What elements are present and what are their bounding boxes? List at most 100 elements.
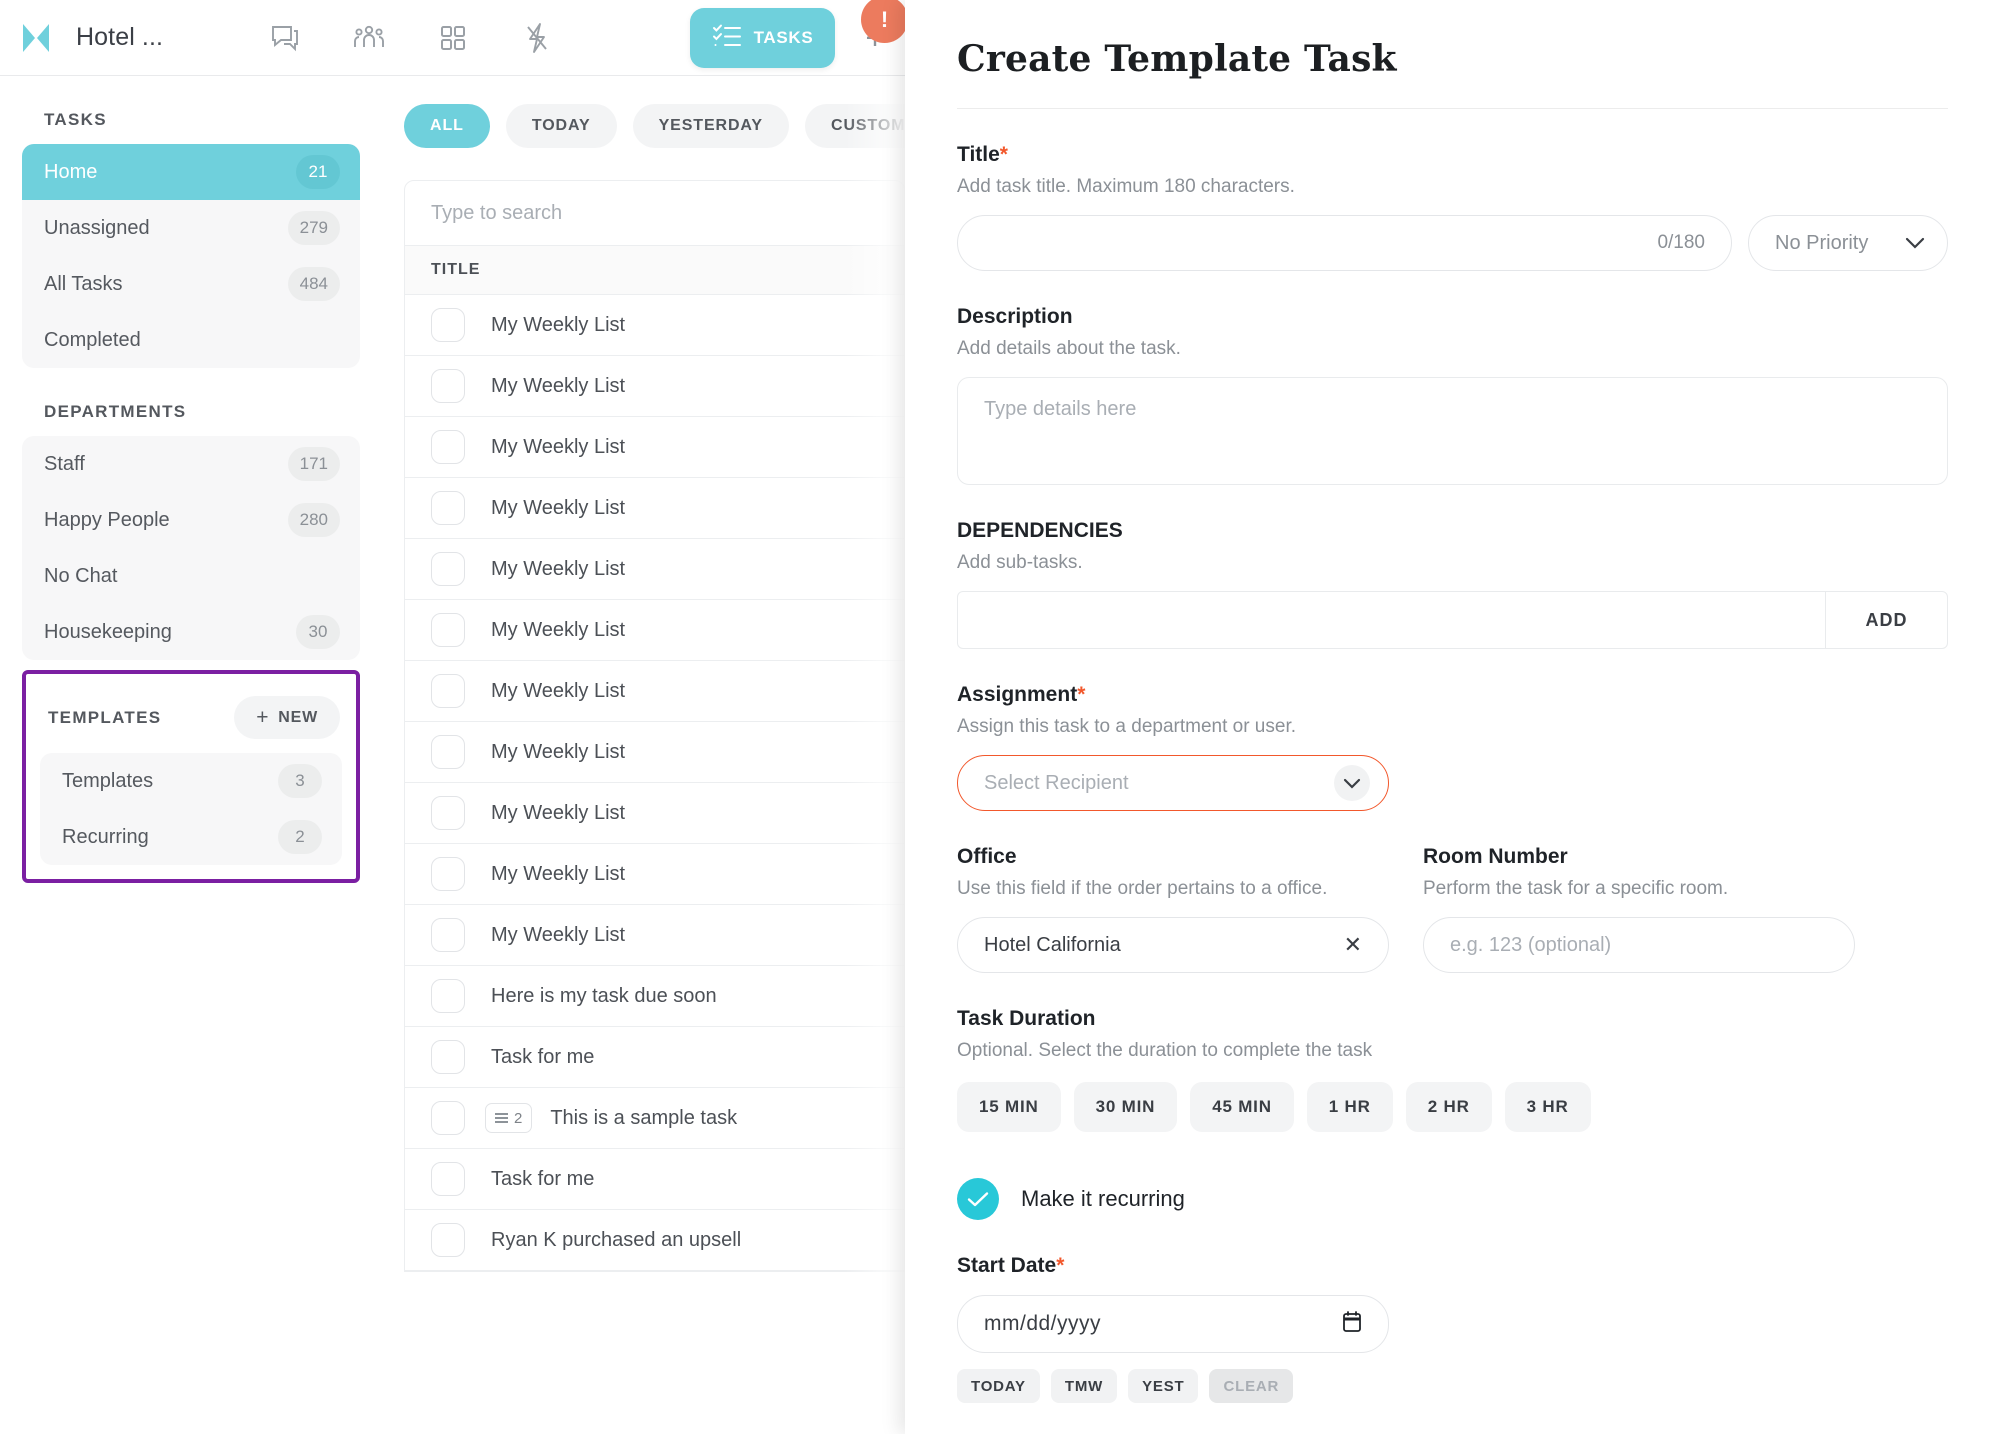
recurring-toggle-row[interactable]: Make it recurring xyxy=(957,1178,1948,1220)
description-textarea[interactable]: Type details here xyxy=(957,377,1948,485)
recipient-select[interactable]: Select Recipient xyxy=(957,755,1389,811)
task-checkbox[interactable] xyxy=(431,918,465,952)
date-quick-today[interactable]: TODAY xyxy=(957,1369,1040,1403)
sidebar-item-label: Completed xyxy=(44,328,141,351)
duration-option-3hr[interactable]: 3 HR xyxy=(1504,1082,1591,1132)
sidebar: TASKS Home 21 Unassigned 279 All Tasks 4… xyxy=(0,76,382,1434)
sidebar-item-recurring[interactable]: Recurring 2 xyxy=(40,809,342,865)
task-checkbox[interactable] xyxy=(431,979,465,1013)
duration-option-1hr[interactable]: 1 HR xyxy=(1306,1082,1393,1132)
duration-hint: Optional. Select the duration to complet… xyxy=(957,1040,1373,1061)
sidebar-item-home[interactable]: Home 21 xyxy=(22,144,360,200)
sidebar-item-label: Happy People xyxy=(44,508,170,531)
table-row[interactable]: 2 This is a sample task xyxy=(405,1088,904,1149)
table-row[interactable]: My Weekly List xyxy=(405,478,904,539)
room-input[interactable]: e.g. 123 (optional) xyxy=(1423,917,1855,973)
duration-option-45min[interactable]: 45 MIN xyxy=(1190,1082,1294,1132)
bowtie-logo-icon[interactable] xyxy=(18,20,54,56)
table-row[interactable]: My Weekly List xyxy=(405,661,904,722)
task-checkbox[interactable] xyxy=(431,491,465,525)
sidebar-item-templates[interactable]: Templates 3 xyxy=(40,753,342,809)
sidebar-heading-departments: DEPARTMENTS xyxy=(44,402,187,421)
office-input[interactable]: Hotel California ✕ xyxy=(957,917,1389,973)
task-title: My Weekly List xyxy=(491,557,626,580)
grid-icon[interactable] xyxy=(411,10,495,66)
sidebar-item-happy-people[interactable]: Happy People 280 xyxy=(22,492,360,548)
calendar-icon[interactable] xyxy=(1342,1310,1362,1339)
duration-option-2hr[interactable]: 2 HR xyxy=(1405,1082,1492,1132)
table-row[interactable]: My Weekly List xyxy=(405,295,904,356)
recurring-label: Make it recurring xyxy=(1021,1186,1185,1211)
task-checkbox[interactable] xyxy=(431,674,465,708)
priority-select[interactable]: No Priority xyxy=(1748,215,1948,271)
lightning-icon[interactable] xyxy=(495,10,579,66)
chevron-down-icon xyxy=(1905,232,1925,255)
tab-tasks-label: TASKS xyxy=(753,28,814,47)
date-quick-yesterday[interactable]: YEST xyxy=(1128,1369,1199,1403)
duration-option-15min[interactable]: 15 MIN xyxy=(957,1082,1061,1132)
sidebar-item-no-chat[interactable]: No Chat xyxy=(22,548,360,604)
table-row[interactable]: Ryan K purchased an upsell xyxy=(405,1210,904,1271)
task-checkbox[interactable] xyxy=(431,1162,465,1196)
repeat-createat-row: Repeat Every Select option Create At* xyxy=(957,1403,1948,1434)
task-checkbox[interactable] xyxy=(431,857,465,891)
sidebar-group-templates: Templates 3 Recurring 2 xyxy=(40,753,342,865)
filter-all[interactable]: ALL xyxy=(404,104,490,148)
table-row[interactable]: Task for me xyxy=(405,1149,904,1210)
task-checkbox[interactable] xyxy=(431,308,465,342)
search-input[interactable]: Type to search xyxy=(405,181,904,245)
title-row: 0/180 No Priority xyxy=(957,198,1948,271)
sidebar-item-all-tasks[interactable]: All Tasks 484 xyxy=(22,256,360,312)
table-row[interactable]: My Weekly List xyxy=(405,844,904,905)
sidebar-item-label: Recurring xyxy=(62,825,149,848)
sidebar-item-housekeeping[interactable]: Housekeeping 30 xyxy=(22,604,360,660)
task-checkbox[interactable] xyxy=(431,1040,465,1074)
task-title: My Weekly List xyxy=(491,496,626,519)
task-checkbox[interactable] xyxy=(431,1223,465,1257)
table-row[interactable]: My Weekly List xyxy=(405,783,904,844)
sidebar-item-staff[interactable]: Staff 171 xyxy=(22,436,360,492)
filter-today[interactable]: TODAY xyxy=(505,104,617,148)
room-label: Room Number xyxy=(1423,845,1568,868)
sidebar-item-count: 484 xyxy=(287,267,340,301)
tab-tasks[interactable]: TASKS xyxy=(690,8,835,68)
duration-option-30min[interactable]: 30 MIN xyxy=(1073,1082,1178,1132)
task-title: My Weekly List xyxy=(491,618,626,641)
date-quick-tomorrow[interactable]: TMW xyxy=(1050,1369,1118,1403)
task-checkbox[interactable] xyxy=(431,430,465,464)
date-quick-clear[interactable]: CLEAR xyxy=(1209,1369,1294,1403)
title-input[interactable]: 0/180 xyxy=(957,215,1732,271)
table-row[interactable]: My Weekly List xyxy=(405,722,904,783)
table-row[interactable]: My Weekly List xyxy=(405,600,904,661)
description-hint: Add details about the task. xyxy=(957,338,1181,359)
new-template-button[interactable]: + NEW xyxy=(234,696,340,739)
title-hint: Add task title. Maximum 180 characters. xyxy=(957,176,1295,197)
top-nav xyxy=(243,10,579,66)
table-row[interactable]: Here is my task due soon xyxy=(405,966,904,1027)
start-date-label: Start Date* xyxy=(957,1254,1948,1278)
people-icon[interactable] xyxy=(327,10,411,66)
recipient-placeholder: Select Recipient xyxy=(984,771,1129,794)
table-row[interactable]: Task for me xyxy=(405,1027,904,1088)
task-checkbox[interactable] xyxy=(431,369,465,403)
table-row[interactable]: My Weekly List xyxy=(405,417,904,478)
add-dependency-button[interactable]: ADD xyxy=(1825,592,1947,648)
table-row[interactable]: My Weekly List xyxy=(405,905,904,966)
sidebar-item-completed[interactable]: Completed xyxy=(22,312,360,368)
assignment-label: Assignment* xyxy=(957,683,1948,707)
filter-yesterday[interactable]: YESTERDAY xyxy=(632,104,789,148)
sidebar-item-unassigned[interactable]: Unassigned 279 xyxy=(22,200,360,256)
task-checkbox[interactable] xyxy=(431,796,465,830)
chat-icon[interactable] xyxy=(243,10,327,66)
dependency-input[interactable] xyxy=(958,592,1825,648)
filter-custom[interactable]: CUSTOM xyxy=(805,104,905,148)
task-checkbox[interactable] xyxy=(431,552,465,586)
start-date-input[interactable]: mm/dd/yyyy xyxy=(957,1295,1389,1353)
check-icon[interactable] xyxy=(957,1178,999,1220)
table-row[interactable]: My Weekly List xyxy=(405,356,904,417)
task-checkbox[interactable] xyxy=(431,1101,465,1135)
task-checkbox[interactable] xyxy=(431,613,465,647)
table-row[interactable]: My Weekly List xyxy=(405,539,904,600)
close-icon[interactable]: ✕ xyxy=(1344,934,1362,956)
task-checkbox[interactable] xyxy=(431,735,465,769)
